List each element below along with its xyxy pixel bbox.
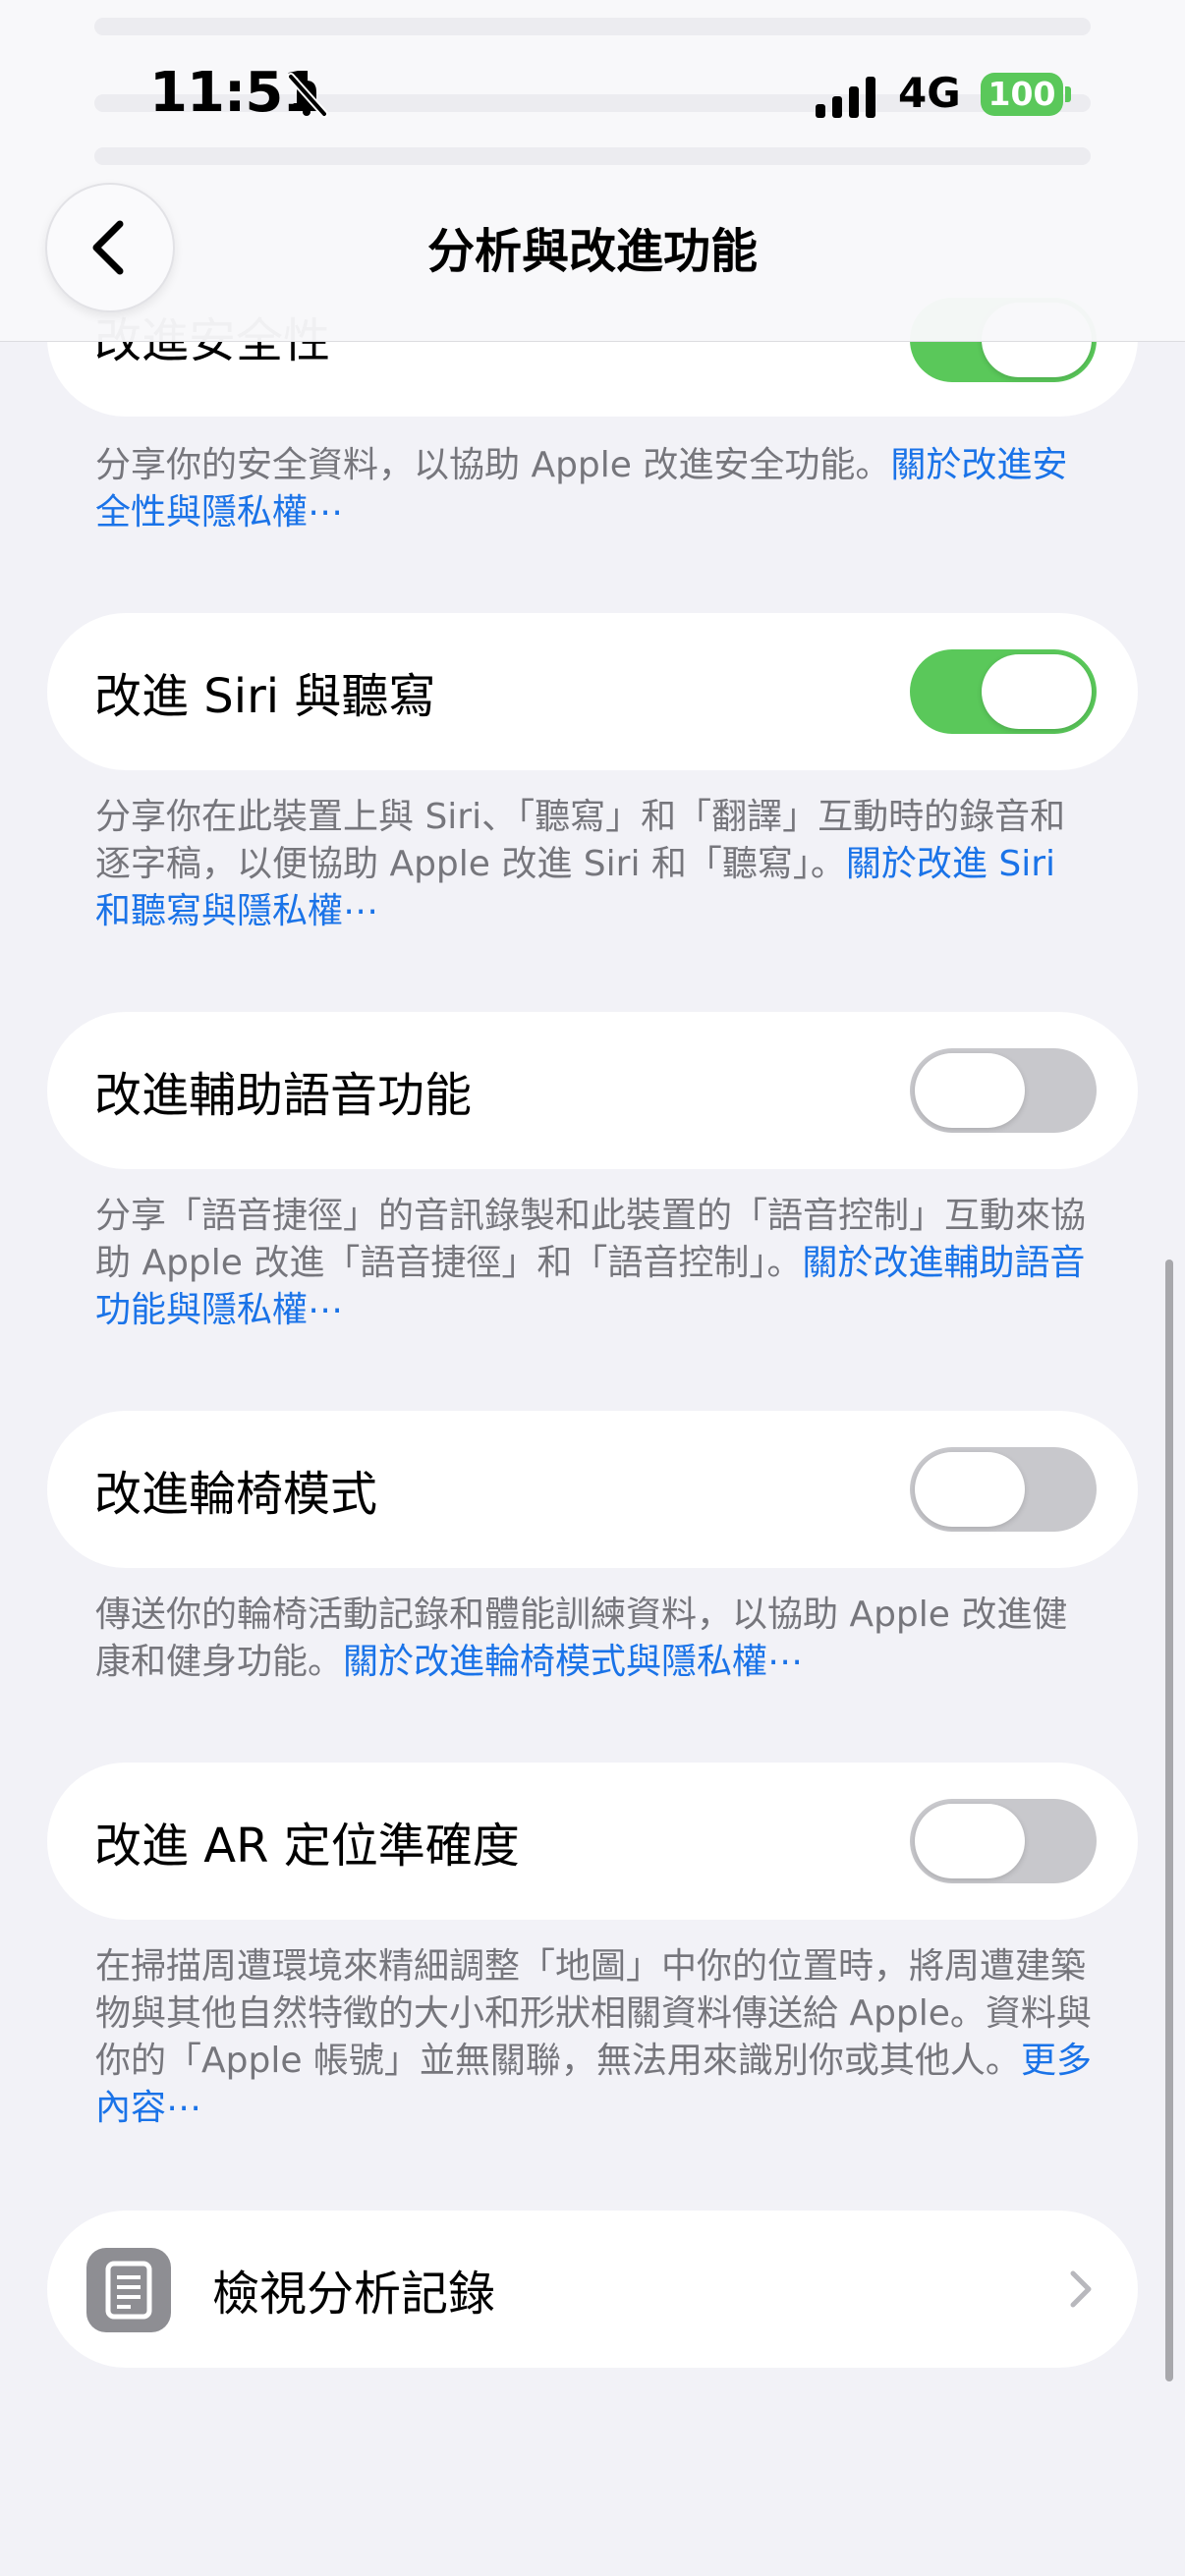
battery-icon: 100 [981,73,1063,116]
toggle-switch[interactable] [910,1447,1097,1532]
footer-text: 在掃描周遭環境來精細調整「地圖」中你的位置時，將周遭建築物與其他自然特徵的大小和… [95,1946,1092,2081]
toggle-knob [915,1053,1025,1128]
network-type-label: 4G [898,69,961,117]
section-footer: 分享「語音捷徑」的音訊錄製和此裝置的「語音控制」互動來協助 Apple 改進「語… [95,1193,1098,1334]
toggle-row-label: 改進輔助語音功能 [94,1068,473,1123]
toggle-row-improve-assistive-voice[interactable]: 改進輔助語音功能 [47,1012,1138,1169]
section-footer: 分享你的安全資料，以協助 Apple 改進安全功能。關於改進安全性與隱私權⋯ [95,442,1098,536]
toggle-switch[interactable] [910,649,1097,734]
battery-tip [1065,86,1071,102]
toggle-switch[interactable] [910,1799,1097,1883]
toggle-knob [915,1452,1025,1527]
navigation-header: 11:51 4G 100 分析與改進功能 [0,0,1185,342]
toggle-knob [915,1804,1025,1878]
analytics-data-label: 檢視分析記錄 [212,2267,496,2322]
toggle-knob [982,654,1092,729]
document-list-icon [86,2248,171,2332]
scrollbar[interactable] [1165,1260,1173,2381]
footer-link[interactable]: 關於改進輪椅模式與隱私權⋯ [343,1642,803,1682]
section-footer: 傳送你的輪椅活動記錄和體能訓練資料，以協助 Apple 改進健康和健身功能。關於… [95,1592,1098,1686]
toggle-row-label: 改進 Siri 與聽寫 [94,669,436,724]
toggle-row-improve-wheelchair-mode[interactable]: 改進輪椅模式 [47,1411,1138,1568]
cellular-signal-icon [816,77,875,118]
analytics-data-row[interactable]: 檢視分析記錄 [47,2211,1138,2368]
section-footer: 分享你在此裝置上與 Siri、「聽寫」和「翻譯」互動時的錄音和逐字稿，以便協助 … [95,794,1098,935]
toggle-row-improve-ar-location[interactable]: 改進 AR 定位準確度 [47,1763,1138,1920]
chevron-right-icon [1070,2270,1092,2308]
page-title: 分析與改進功能 [426,224,758,279]
toggle-switch[interactable] [910,1048,1097,1133]
footer-text: 分享你的安全資料，以協助 Apple 改進安全功能。 [95,445,891,485]
bell-off-icon [287,73,328,118]
toggle-row-improve-siri-dictation[interactable]: 改進 Siri 與聽寫 [47,613,1138,770]
toggle-row-label: 改進輪椅模式 [94,1467,378,1522]
toggle-row-label: 改進 AR 定位準確度 [94,1819,520,1874]
section-footer: 在掃描周遭環境來精細調整「地圖」中你的位置時，將周遭建築物與其他自然特徵的大小和… [95,1943,1098,2132]
